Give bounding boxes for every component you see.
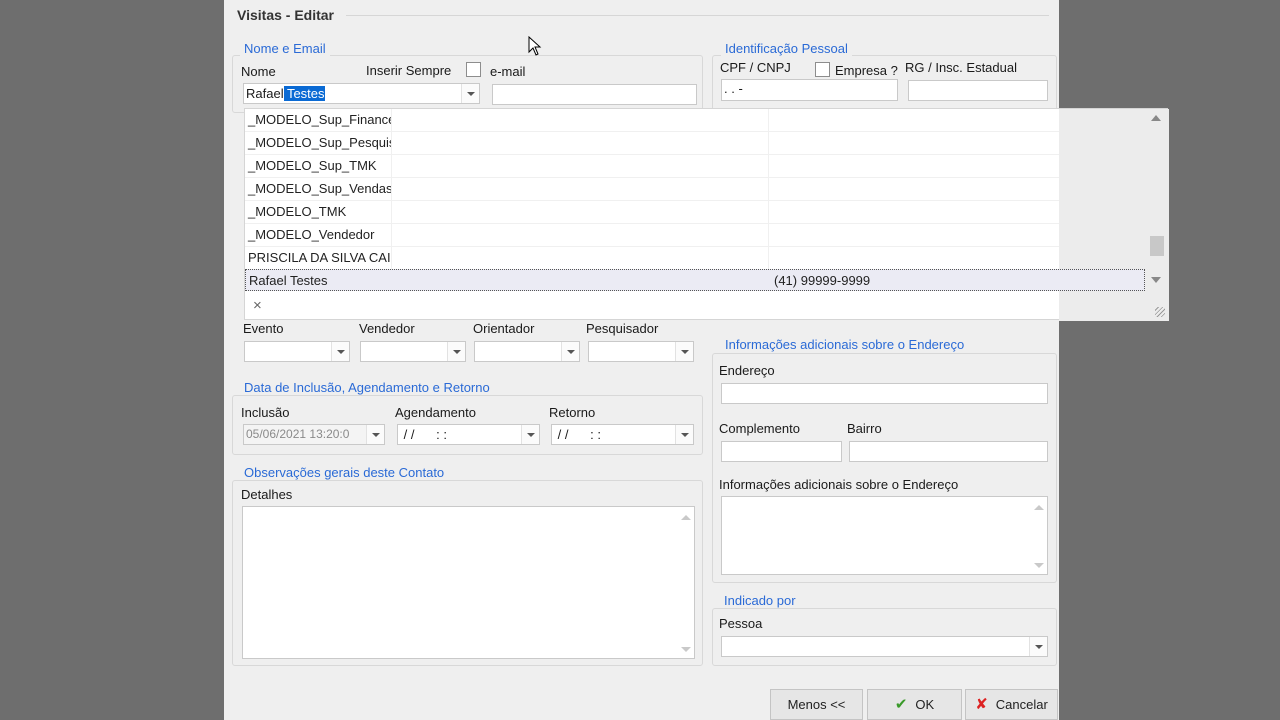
pesquisador-label: Pesquisador	[586, 321, 659, 336]
nome-dropdown-arrow-icon[interactable]	[461, 84, 479, 103]
pessoa-combobox[interactable]	[721, 636, 1048, 657]
endereco-label: Endereço	[719, 363, 775, 378]
dropdown-item-name: _MODELO_Sup_Finance	[246, 109, 392, 131]
dropdown-item[interactable]: _MODELO_Sup_TMK	[245, 155, 1059, 178]
dropdown-item-name: Rafael Testes	[249, 273, 328, 288]
inserir-sempre-checkbox[interactable]	[466, 62, 481, 77]
cpf-input[interactable]: . . -	[721, 79, 898, 101]
nome-email-group-title: Nome e Email	[240, 41, 330, 56]
identificacao-group-title: Identificação Pessoal	[721, 41, 852, 56]
retorno-dropdown-arrow-icon[interactable]	[675, 425, 693, 444]
email-input[interactable]	[492, 84, 697, 105]
evento-dropdown-arrow-icon[interactable]	[331, 342, 349, 361]
detalhes-scroll-up-icon[interactable]	[681, 515, 691, 520]
dropdown-item-selected[interactable]: Rafael Testes (41) 99999-9999	[245, 269, 1145, 291]
nome-value-plain: Rafael	[246, 86, 284, 101]
info-endereco-textarea[interactable]	[721, 496, 1048, 575]
dropdown-item-name: _MODELO_Vendedor	[246, 224, 392, 246]
empresa-label: Empresa ?	[835, 63, 898, 78]
dropdown-item-name: _MODELO_Sup_Pesquis	[246, 132, 392, 154]
orientador-combobox[interactable]	[474, 341, 580, 362]
inclusao-date-picker: 05/06/2021 13:20:0	[243, 424, 385, 445]
bairro-input[interactable]	[849, 441, 1048, 462]
empresa-checkbox[interactable]	[815, 62, 830, 77]
dropdown-scroll-thumb[interactable]	[1150, 236, 1164, 256]
rg-input[interactable]	[908, 80, 1048, 101]
nome-label: Nome	[241, 64, 276, 79]
inserir-sempre-label: Inserir Sempre	[366, 63, 452, 78]
dropdown-close-icon[interactable]: ×	[253, 298, 262, 313]
evento-combobox[interactable]	[244, 341, 350, 362]
title-divider	[346, 15, 1049, 16]
dropdown-item[interactable]: PRISCILA DA SILVA CAI	[245, 247, 1059, 270]
dropdown-item[interactable]: _MODELO_Vendedor	[245, 224, 1059, 247]
info-endereco-label: Informações adicionais sobre o Endereço	[719, 477, 959, 492]
pessoa-label: Pessoa	[719, 616, 763, 631]
info-scroll-up-icon[interactable]	[1034, 505, 1044, 510]
dropdown-item[interactable]: _MODELO_Sup_Finance	[245, 109, 1059, 132]
menos-button-label: Menos <<	[787, 697, 846, 712]
retorno-value: / / : :	[554, 427, 601, 442]
pessoa-dropdown-arrow-icon[interactable]	[1029, 637, 1047, 656]
agendamento-label: Agendamento	[395, 405, 476, 420]
vendedor-dropdown-arrow-icon[interactable]	[447, 342, 465, 361]
inclusao-value: 05/06/2021 13:20:0	[246, 427, 350, 441]
vendedor-combobox[interactable]	[360, 341, 466, 362]
dropdown-item-name: _MODELO_TMK	[246, 201, 392, 223]
bairro-label: Bairro	[847, 421, 882, 436]
detalhes-textarea[interactable]	[242, 506, 695, 659]
cpf-label: CPF / CNPJ	[720, 60, 791, 75]
ok-button-label: OK	[915, 697, 935, 712]
datas-group-title: Data de Inclusão, Agendamento e Retorno	[240, 380, 494, 395]
retorno-label: Retorno	[549, 405, 596, 420]
detalhes-scroll-down-icon[interactable]	[681, 647, 691, 652]
orientador-label: Orientador	[473, 321, 535, 336]
dropdown-item[interactable]: _MODELO_TMK	[245, 201, 1059, 224]
evento-label: Evento	[243, 321, 284, 336]
nome-combobox[interactable]: Rafael Testes	[243, 83, 480, 104]
dropdown-item-name: _MODELO_Sup_Vendas	[246, 178, 392, 200]
dropdown-scroll-down-icon[interactable]	[1151, 277, 1161, 283]
check-icon: ✔	[894, 696, 908, 713]
orientador-dropdown-arrow-icon[interactable]	[561, 342, 579, 361]
nome-value-selected: Testes	[283, 86, 325, 101]
dropdown-resize-grip-icon[interactable]	[1155, 307, 1165, 317]
indicado-group-title: Indicado por	[720, 593, 800, 608]
detalhes-label: Detalhes	[241, 487, 293, 502]
ok-button[interactable]: ✔ OK	[867, 689, 962, 720]
retorno-date-picker[interactable]: / / : :	[551, 424, 694, 445]
cancel-button-label: Cancelar	[995, 697, 1048, 712]
mouse-cursor-icon	[528, 36, 542, 56]
dialog-title: Visitas - Editar	[237, 7, 335, 23]
rg-label: RG / Insc. Estadual	[905, 60, 1017, 75]
nome-dropdown-list: _MODELO_Sup_Finance _MODELO_Sup_Pesquis …	[244, 108, 1169, 321]
cancel-button[interactable]: ✘ Cancelar	[965, 689, 1058, 720]
agendamento-dropdown-arrow-icon[interactable]	[521, 425, 539, 444]
menos-button[interactable]: Menos <<	[770, 689, 863, 720]
agendamento-value: / / : :	[400, 427, 447, 442]
dropdown-scroll-up-icon[interactable]	[1151, 115, 1161, 121]
endereco-input[interactable]	[721, 383, 1048, 404]
observacoes-group-title: Observações gerais deste Contato	[240, 465, 449, 480]
complemento-input[interactable]	[721, 441, 842, 462]
inclusao-label: Inclusão	[241, 405, 290, 420]
dropdown-item[interactable]: _MODELO_Sup_Vendas	[245, 178, 1059, 201]
dropdown-item-name: _MODELO_Sup_TMK	[246, 155, 392, 177]
dropdown-item-name: PRISCILA DA SILVA CAI	[246, 247, 392, 269]
inclusao-dropdown-arrow-icon	[366, 425, 384, 444]
vendedor-label: Vendedor	[359, 321, 415, 336]
complemento-label: Complemento	[719, 421, 800, 436]
dropdown-item-phone: (41) 99999-9999	[774, 273, 871, 288]
email-label: e-mail	[490, 64, 526, 79]
dropdown-item[interactable]: _MODELO_Sup_Pesquis	[245, 132, 1059, 155]
agendamento-date-picker[interactable]: / / : :	[397, 424, 540, 445]
pesquisador-dropdown-arrow-icon[interactable]	[675, 342, 693, 361]
pesquisador-combobox[interactable]	[588, 341, 694, 362]
info-scroll-down-icon[interactable]	[1034, 563, 1044, 568]
endereco-group-title: Informações adicionais sobre o Endereço	[721, 337, 969, 352]
cancel-x-icon: ✘	[975, 696, 988, 713]
